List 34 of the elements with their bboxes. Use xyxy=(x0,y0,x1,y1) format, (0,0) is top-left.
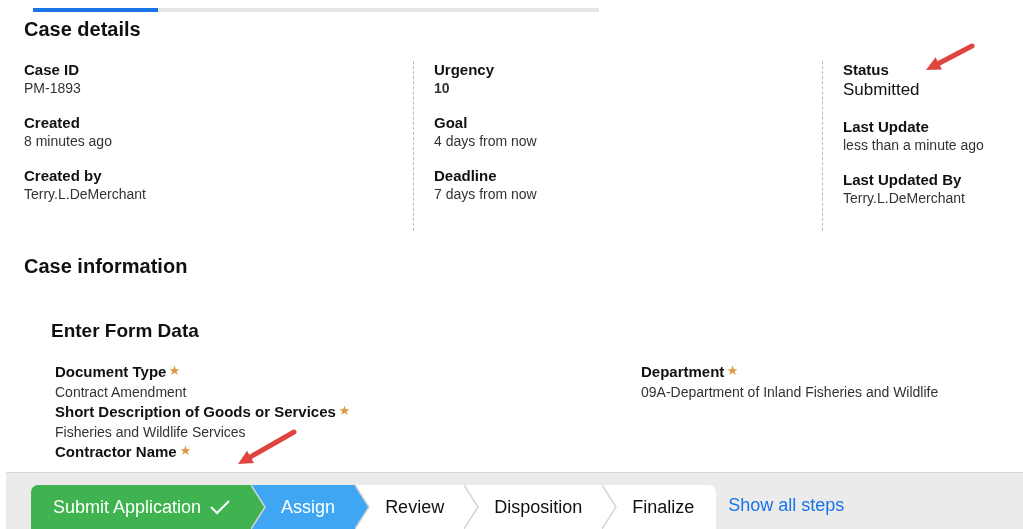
field-value: less than a minute ago xyxy=(843,137,985,153)
field-label: Urgency xyxy=(434,61,496,78)
form-title: Enter Form Data xyxy=(51,320,200,342)
field-label: Last Update xyxy=(843,118,930,135)
field-value: Terry.L.DeMerchant xyxy=(24,186,147,202)
field-value: PM-1893 xyxy=(24,80,82,96)
field-label: Case ID xyxy=(24,61,81,78)
field-label: Deadline xyxy=(434,167,498,184)
field-label: Contractor Name xyxy=(55,443,177,460)
field-value: Contract Amendment xyxy=(55,383,188,402)
field-label: Document Type xyxy=(55,363,167,380)
field-label: Created by xyxy=(24,167,103,184)
field-value: 09A-Department of Inland Fisheries and Wildlife xyxy=(641,383,940,402)
field-value: Terry.L.DeMerchant xyxy=(843,190,966,206)
step-tab[interactable]: Review xyxy=(355,485,465,529)
field-value: 7 days from now xyxy=(434,186,538,202)
field-label: Created xyxy=(24,114,81,131)
field-value: Fisheries and Wildlife Services xyxy=(55,423,247,442)
section-title: Case details xyxy=(24,18,142,41)
field-label: Short Description of Goods or Services xyxy=(55,403,336,420)
check-icon xyxy=(209,499,232,515)
field-value: Submitted xyxy=(843,80,921,100)
field-label: Last Updated By xyxy=(843,171,963,188)
field-label: Goal xyxy=(434,114,469,131)
annotation-arrow xyxy=(926,43,975,70)
show-all-steps-link[interactable]: Show all steps xyxy=(728,494,845,516)
section-title: Case information xyxy=(24,255,189,278)
field-label: Department xyxy=(641,363,725,380)
step-tab[interactable]: Finalize xyxy=(602,485,717,529)
field-label: Status xyxy=(843,61,890,78)
field-value: 10 xyxy=(434,80,451,96)
field-value: 4 days from now xyxy=(434,133,538,149)
step-tab[interactable]: Disposition xyxy=(464,485,603,529)
field-value: 8 minutes ago xyxy=(24,133,113,149)
